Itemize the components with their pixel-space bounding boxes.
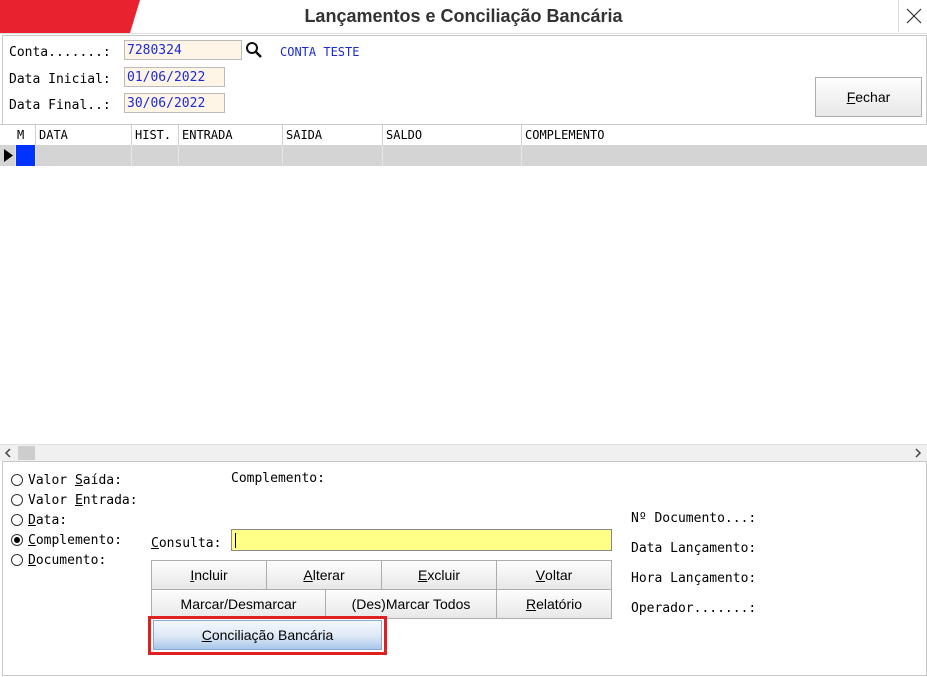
grid-header: M DATA HIST. ENTRADA SAIDA SALDO COMPLEM… [0, 124, 927, 146]
text-caret [235, 533, 236, 548]
radio-data-circle[interactable] [11, 514, 23, 526]
consulta-label: Consulta: [151, 536, 222, 551]
relatorio-button[interactable]: Relatório [496, 589, 612, 619]
col-complemento[interactable]: COMPLEMENTO [521, 125, 927, 145]
row-pointer-icon [4, 149, 13, 162]
row-cell-entrada[interactable] [178, 145, 282, 166]
conta-field[interactable]: 7280324 [124, 40, 242, 60]
hora-lancamento-label: Hora Lançamento: [631, 571, 757, 586]
highlight-box [148, 616, 387, 655]
radio-valor-entrada-circle[interactable] [11, 494, 23, 506]
data-final-field[interactable]: 30/06/2022 [124, 93, 225, 113]
radio-complemento-label: Complemento: [28, 533, 122, 548]
complemento-label: Complemento: [231, 471, 325, 486]
alterar-button[interactable]: Alterar [266, 560, 382, 590]
radio-valor-entrada-label: Valor Entrada: [28, 493, 138, 508]
search-icon [246, 42, 262, 58]
col-m[interactable]: M [14, 125, 34, 145]
marcar-desmarcar-button[interactable]: Marcar/Desmarcar [151, 589, 326, 619]
excluir-button[interactable]: Excluir [381, 560, 497, 590]
operador-label: Operador.......: [631, 601, 757, 616]
row-cell-saida[interactable] [282, 145, 382, 166]
col-entrada[interactable]: ENTRADA [178, 125, 282, 145]
incluir-button[interactable]: Incluir [151, 560, 267, 590]
scroll-thumb[interactable] [18, 446, 35, 460]
documento-label: Nº Documento...: [631, 511, 757, 526]
row-cell-saldo[interactable] [382, 145, 521, 166]
row-cell-complemento[interactable] [521, 145, 927, 166]
conta-label: Conta.......: [9, 45, 111, 60]
window-title: Lançamentos e Conciliação Bancária [304, 6, 623, 26]
horizontal-scrollbar[interactable] [0, 444, 927, 461]
radio-valor-saida-label: Valor Saída: [28, 473, 122, 488]
radio-valor-saida-circle[interactable] [11, 474, 23, 486]
scroll-right-icon[interactable] [913, 448, 923, 458]
data-final-label: Data Final..: [9, 98, 111, 113]
fechar-button[interactable]: Fechar [815, 77, 922, 117]
data-lancamento-label: Data Lançamento: [631, 541, 757, 556]
radio-documento-label: Documento: [28, 553, 107, 568]
row-cell-hist[interactable] [131, 145, 178, 166]
search-button[interactable] [245, 41, 263, 59]
row-mark-cell[interactable] [15, 145, 35, 166]
fechar-label: echar [855, 89, 891, 105]
data-inicial-label: Data Inicial: [9, 72, 111, 87]
table-row[interactable] [0, 145, 927, 166]
consulta-input[interactable] [231, 529, 612, 551]
close-button[interactable] [898, 0, 927, 32]
col-saldo[interactable]: SALDO [382, 125, 521, 145]
row-cell-data[interactable] [35, 145, 131, 166]
conta-name: CONTA TESTE [280, 45, 360, 59]
radio-data-label: Data: [28, 513, 68, 528]
close-icon [906, 8, 921, 24]
des-marcar-todos-button[interactable]: (Des)Marcar Todos [325, 589, 497, 619]
col-data[interactable]: DATA [35, 125, 131, 145]
col-hist[interactable]: HIST. [131, 125, 178, 145]
data-inicial-field[interactable]: 01/06/2022 [124, 67, 225, 87]
radio-documento-circle[interactable] [11, 554, 23, 566]
voltar-button[interactable]: Voltar [496, 560, 612, 590]
radio-complemento-circle[interactable] [11, 534, 23, 546]
fechar-mnemonic: F [846, 89, 856, 105]
scroll-left-icon[interactable] [3, 448, 13, 458]
col-saida[interactable]: SAIDA [282, 125, 382, 145]
